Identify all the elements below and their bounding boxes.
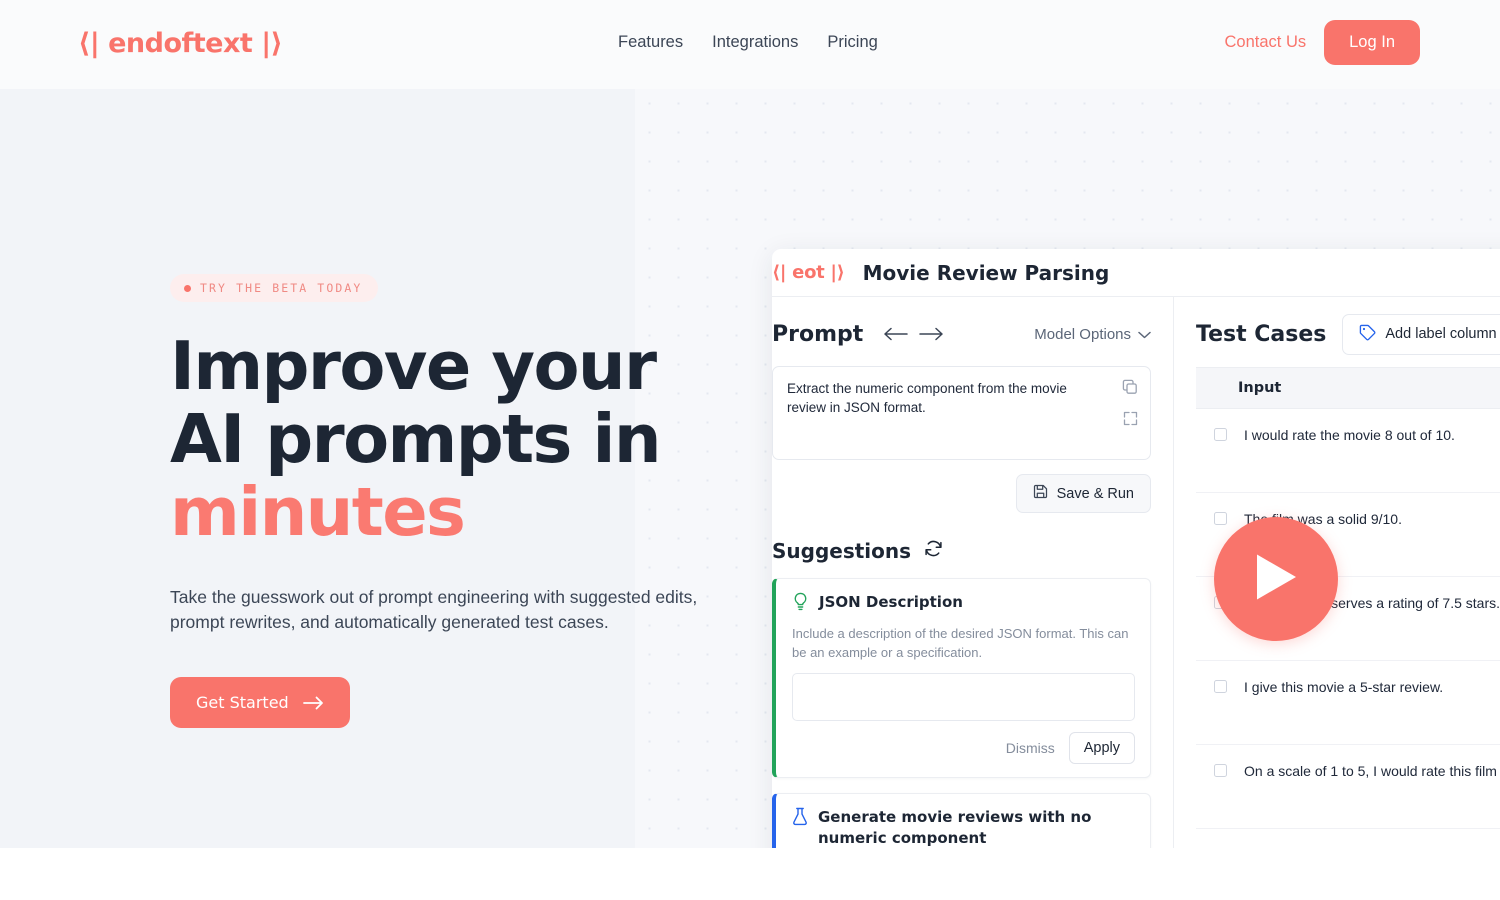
arrow-right-icon (302, 696, 324, 710)
save-and-run-label: Save & Run (1056, 485, 1134, 502)
table-header-row: Input (1196, 367, 1500, 409)
add-label-column-button[interactable]: Add label column (1342, 313, 1500, 355)
chevron-down-icon (1138, 326, 1151, 343)
brand-logo[interactable]: ⟨| endoftext |⟩ (78, 28, 283, 59)
hero-copy: TRY THE BETA TODAY Improve your AI promp… (170, 274, 730, 728)
apply-button[interactable]: Apply (1068, 732, 1135, 764)
headline-accent-word: minutes (170, 473, 466, 551)
model-options-label: Model Options (1034, 325, 1131, 343)
row-checkbox[interactable] (1214, 428, 1227, 441)
hero-section: TRY THE BETA TODAY Improve your AI promp… (0, 89, 1500, 848)
add-label-column-label: Add label column (1385, 326, 1497, 342)
expand-icon[interactable] (1123, 411, 1138, 431)
table-row[interactable]: On a scale of 1 to 5, I would rate this … (1196, 745, 1500, 829)
prompt-header: Prompt Model Options (772, 315, 1151, 353)
suggestion-card: Generate movie reviews with no numeric c… (772, 793, 1151, 848)
lightbulb-icon (792, 592, 809, 616)
table-row[interactable]: I would rate the movie 8 out of 10. (1196, 409, 1500, 493)
suggestion-actions: Dismiss Apply (792, 732, 1135, 764)
undo-arrow-icon[interactable] (883, 327, 909, 341)
suggestion-title-row: Generate movie reviews with no numeric c… (792, 807, 1135, 848)
page-title: Improve your AI prompts in minutes (170, 330, 730, 549)
get-started-label: Get Started (196, 693, 289, 712)
test-case-input-text: I would rate the movie 8 out of 10. (1244, 427, 1455, 443)
test-cases-header: Test Cases Add label column (1196, 313, 1500, 355)
get-started-button[interactable]: Get Started (170, 677, 350, 728)
nav-item-features[interactable]: Features (618, 33, 683, 52)
product-screenshot: ⟨| eot |⟩ Movie Review Parsing Prompt Mo… (772, 249, 1500, 848)
prompt-textarea[interactable]: Extract the numeric component from the m… (772, 366, 1151, 460)
suggestion-title: JSON Description (819, 593, 963, 611)
row-checkbox[interactable] (1214, 512, 1227, 525)
table-row[interactable]: I give this movie a 5-star review. (1196, 661, 1500, 745)
save-icon (1033, 484, 1048, 503)
beta-badge-label: TRY THE BETA TODAY (200, 281, 363, 295)
row-checkbox[interactable] (1214, 680, 1227, 693)
save-run-row: Save & Run (772, 474, 1151, 513)
contact-us-link[interactable]: Contact Us (1225, 33, 1307, 52)
suggestion-description: Include a description of the desired JSO… (792, 626, 1129, 660)
prompt-text: Extract the numeric component from the m… (787, 381, 1067, 415)
brand-logo-text: ⟨| endoftext |⟩ (78, 28, 283, 59)
suggestion-title: Generate movie reviews with no numeric c… (818, 808, 1092, 847)
beta-dot-icon (184, 284, 191, 292)
refresh-icon[interactable] (924, 539, 943, 563)
column-header-input: Input (1238, 380, 1282, 396)
history-controls (883, 327, 944, 341)
play-video-button[interactable] (1214, 517, 1338, 641)
suggestion-input-field[interactable] (792, 673, 1135, 721)
suggestion-title-row: JSON Description (792, 592, 1135, 616)
test-case-input-text: I absolutely loved this movie! (1244, 846, 1423, 848)
play-icon (1253, 551, 1300, 608)
login-button[interactable]: Log In (1324, 20, 1420, 65)
app-brand-logo: ⟨| eot |⟩ (772, 262, 845, 283)
copy-icon[interactable] (1122, 379, 1138, 400)
suggestions-section-label: Suggestions (772, 539, 912, 563)
main-navigation: Features Integrations Pricing (618, 33, 878, 52)
dismiss-button[interactable]: Dismiss (1006, 740, 1055, 756)
beta-badge[interactable]: TRY THE BETA TODAY (170, 274, 379, 302)
prompt-panel: Prompt Model Options Extract the numeric… (772, 297, 1174, 848)
flask-icon (792, 807, 808, 831)
table-row[interactable]: I absolutely loved this movie! (1196, 829, 1500, 848)
row-checkbox[interactable] (1214, 764, 1227, 777)
suggestion-card: JSON Description Include a description o… (772, 578, 1151, 778)
landing-page: ⟨| endoftext |⟩ Features Integrations Pr… (0, 0, 1500, 900)
headline-line-1: Improve your (170, 327, 657, 405)
test-case-input-text: On a scale of 1 to 5, I would rate this … (1244, 763, 1500, 779)
prompt-section-label: Prompt (772, 321, 864, 347)
headline-line-2: AI prompts in (170, 400, 662, 478)
hero-subtext: Take the guesswork out of prompt enginee… (170, 587, 698, 632)
nav-item-integrations[interactable]: Integrations (712, 33, 798, 52)
app-titlebar: ⟨| eot |⟩ Movie Review Parsing (772, 249, 1500, 297)
suggestions-header: Suggestions (772, 539, 1151, 563)
app-body: Prompt Model Options Extract the numeric… (772, 297, 1500, 848)
model-options-dropdown[interactable]: Model Options (1034, 326, 1151, 343)
site-header: ⟨| endoftext |⟩ Features Integrations Pr… (0, 0, 1500, 89)
nav-item-pricing[interactable]: Pricing (827, 33, 877, 52)
save-and-run-button[interactable]: Save & Run (1015, 474, 1151, 513)
header-actions: Contact Us Log In (1225, 20, 1420, 65)
redo-arrow-icon[interactable] (919, 327, 944, 341)
app-project-title: Movie Review Parsing (862, 260, 1110, 285)
tag-icon (1359, 324, 1376, 345)
test-case-input-text: I give this movie a 5-star review. (1244, 679, 1444, 695)
test-cases-section-label: Test Cases (1196, 321, 1327, 347)
